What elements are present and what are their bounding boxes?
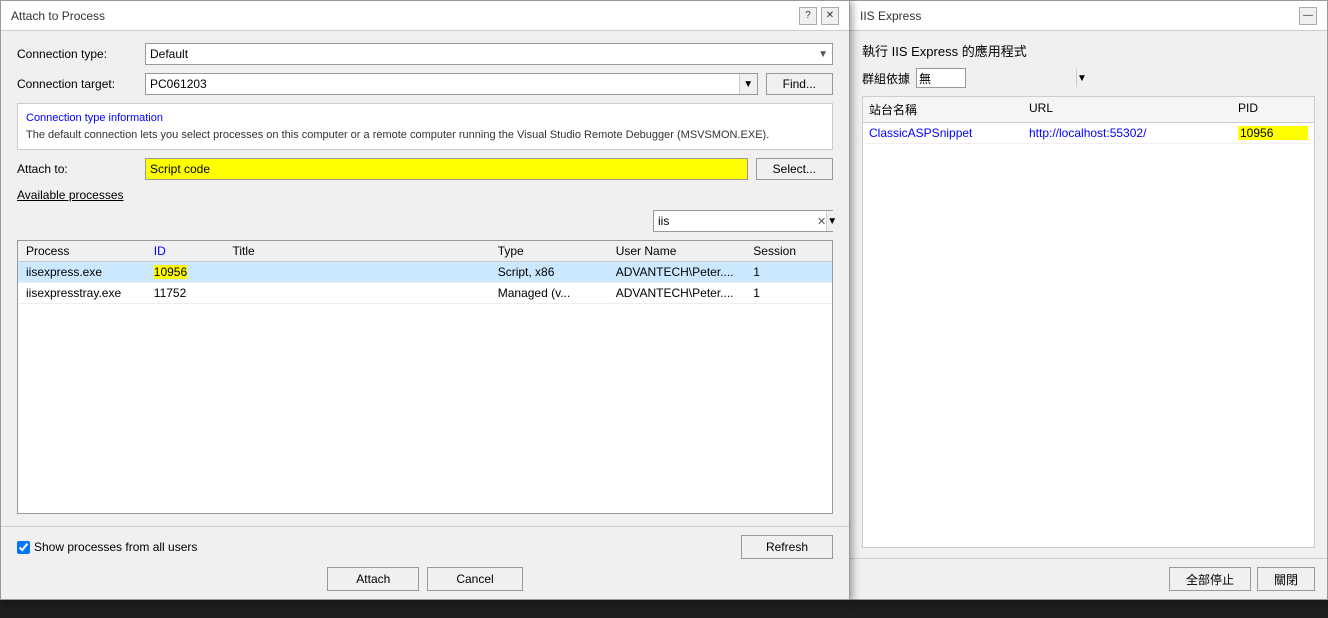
cancel-button[interactable]: Cancel bbox=[427, 567, 522, 591]
connection-type-label: Connection type: bbox=[17, 47, 137, 61]
select-button[interactable]: Select... bbox=[756, 158, 833, 180]
refresh-button[interactable]: Refresh bbox=[741, 535, 833, 559]
table-row[interactable]: iisexpress.exe 10956 Script, x86 ADVANTE… bbox=[18, 262, 832, 283]
dialog-titlebar: Attach to Process ? ✕ bbox=[1, 1, 849, 31]
cell-title bbox=[228, 264, 493, 280]
show-processes-checkbox[interactable] bbox=[17, 541, 30, 554]
col-id: ID bbox=[150, 244, 229, 258]
table-row[interactable]: iisexpresstray.exe 11752 Managed (v... A… bbox=[18, 283, 832, 304]
iis-col-name: 站台名稱 bbox=[869, 101, 1029, 118]
attach-to-value: Script code bbox=[145, 158, 748, 180]
iis-footer: 全部停止 關閉 bbox=[850, 558, 1327, 599]
titlebar-buttons: ? ✕ bbox=[799, 7, 839, 25]
dialog-body: Connection type: Default ▼ Connection ta… bbox=[1, 31, 849, 526]
cell-process: iisexpress.exe bbox=[22, 264, 150, 280]
find-button[interactable]: Find... bbox=[766, 73, 833, 95]
cell-user: ADVANTECH\Peter.... bbox=[612, 285, 750, 301]
iis-panel: IIS Express — 執行 IIS Express 的應用程式 群組依據 … bbox=[850, 0, 1328, 600]
col-type: Type bbox=[494, 244, 612, 258]
right-section: IIS Express — 執行 IIS Express 的應用程式 群組依據 … bbox=[850, 0, 1328, 600]
show-processes-checkbox-label[interactable]: Show processes from all users bbox=[17, 540, 197, 554]
attach-to-row: Attach to: Script code Select... bbox=[17, 158, 833, 180]
attach-to-process-dialog: Attach to Process ? ✕ Connection type: D… bbox=[0, 0, 850, 600]
cell-user: ADVANTECH\Peter.... bbox=[612, 264, 750, 280]
connection-target-input-wrapper: ▼ bbox=[145, 73, 758, 95]
help-button[interactable]: ? bbox=[799, 7, 817, 25]
info-box: Connection type information The default … bbox=[17, 103, 833, 150]
iis-minimize-button[interactable]: — bbox=[1299, 7, 1317, 25]
iis-heading: 執行 IIS Express 的應用程式 bbox=[862, 41, 1315, 60]
iis-table-body: ClassicASPSnippet http://localhost:55302… bbox=[863, 123, 1314, 144]
table-body: iisexpress.exe 10956 Script, x86 ADVANTE… bbox=[18, 262, 832, 513]
attach-to-label: Attach to: bbox=[17, 162, 137, 176]
group-row: 群組依據 ▼ bbox=[862, 68, 1315, 88]
col-process: Process bbox=[22, 244, 150, 258]
dropdown-arrow-icon: ▼ bbox=[818, 49, 828, 60]
cell-type: Script, x86 bbox=[494, 264, 612, 280]
group-select[interactable] bbox=[917, 71, 1076, 85]
filter-input[interactable] bbox=[654, 214, 817, 228]
cell-session: 1 bbox=[749, 264, 828, 280]
available-processes-label: Available processes bbox=[17, 188, 833, 202]
iis-col-pid: PID bbox=[1238, 101, 1308, 118]
cell-session: 1 bbox=[749, 285, 828, 301]
info-title: Connection type information bbox=[26, 110, 824, 127]
cell-title bbox=[228, 285, 493, 301]
dialog-title: Attach to Process bbox=[11, 9, 105, 23]
connection-type-row: Connection type: Default ▼ bbox=[17, 43, 833, 65]
iis-col-url: URL bbox=[1029, 101, 1238, 118]
col-title: Title bbox=[228, 244, 493, 258]
iis-title: IIS Express bbox=[860, 9, 921, 23]
stop-all-button[interactable]: 全部停止 bbox=[1169, 567, 1251, 591]
iis-table-header: 站台名稱 URL PID bbox=[863, 97, 1314, 123]
iis-body: 執行 IIS Express 的應用程式 群組依據 ▼ 站台名稱 URL PID… bbox=[850, 31, 1327, 558]
group-dropdown-btn[interactable]: ▼ bbox=[1076, 69, 1087, 87]
connection-type-value: Default bbox=[150, 47, 188, 61]
table-header: Process ID Title Type User Name Session bbox=[18, 241, 832, 262]
filter-clear-button[interactable]: ✕ bbox=[817, 211, 826, 231]
show-processes-label: Show processes from all users bbox=[34, 540, 197, 554]
iis-close-button[interactable]: 關閉 bbox=[1257, 567, 1315, 591]
attach-button[interactable]: Attach bbox=[327, 567, 419, 591]
col-username: User Name bbox=[612, 244, 750, 258]
cell-type: Managed (v... bbox=[494, 285, 612, 301]
group-label: 群組依據 bbox=[862, 70, 910, 87]
iis-table-row[interactable]: ClassicASPSnippet http://localhost:55302… bbox=[863, 123, 1314, 144]
process-table: Process ID Title Type User Name Session … bbox=[17, 240, 833, 514]
close-button[interactable]: ✕ bbox=[821, 7, 839, 25]
show-processes-row: Show processes from all users Refresh bbox=[17, 535, 833, 559]
iis-cell-pid: 10956 bbox=[1238, 126, 1308, 140]
connection-target-row: Connection target: ▼ Find... bbox=[17, 73, 833, 95]
connection-type-select[interactable]: Default ▼ bbox=[145, 43, 833, 65]
action-buttons-row: Attach Cancel bbox=[17, 567, 833, 591]
iis-titlebar: IIS Express — bbox=[850, 1, 1327, 31]
group-select-wrapper: ▼ bbox=[916, 68, 966, 88]
cell-id: 10956 bbox=[150, 264, 229, 280]
filter-input-wrapper: ✕ ▼ bbox=[653, 210, 833, 232]
cell-process: iisexpresstray.exe bbox=[22, 285, 150, 301]
connection-target-label: Connection target: bbox=[17, 77, 137, 91]
iis-table: 站台名稱 URL PID ClassicASPSnippet http://lo… bbox=[862, 96, 1315, 548]
filter-search-button[interactable]: ▼ bbox=[826, 211, 837, 231]
connection-target-dropdown-btn[interactable]: ▼ bbox=[739, 74, 757, 94]
info-text: The default connection lets you select p… bbox=[26, 127, 824, 144]
iis-cell-name[interactable]: ClassicASPSnippet bbox=[869, 126, 1029, 140]
filter-row: ✕ ▼ bbox=[17, 210, 833, 232]
iis-cell-url[interactable]: http://localhost:55302/ bbox=[1029, 126, 1238, 140]
connection-target-input[interactable] bbox=[146, 77, 739, 91]
dialog-footer: Show processes from all users Refresh At… bbox=[1, 526, 849, 599]
col-session: Session bbox=[749, 244, 828, 258]
cell-id: 11752 bbox=[150, 285, 229, 301]
